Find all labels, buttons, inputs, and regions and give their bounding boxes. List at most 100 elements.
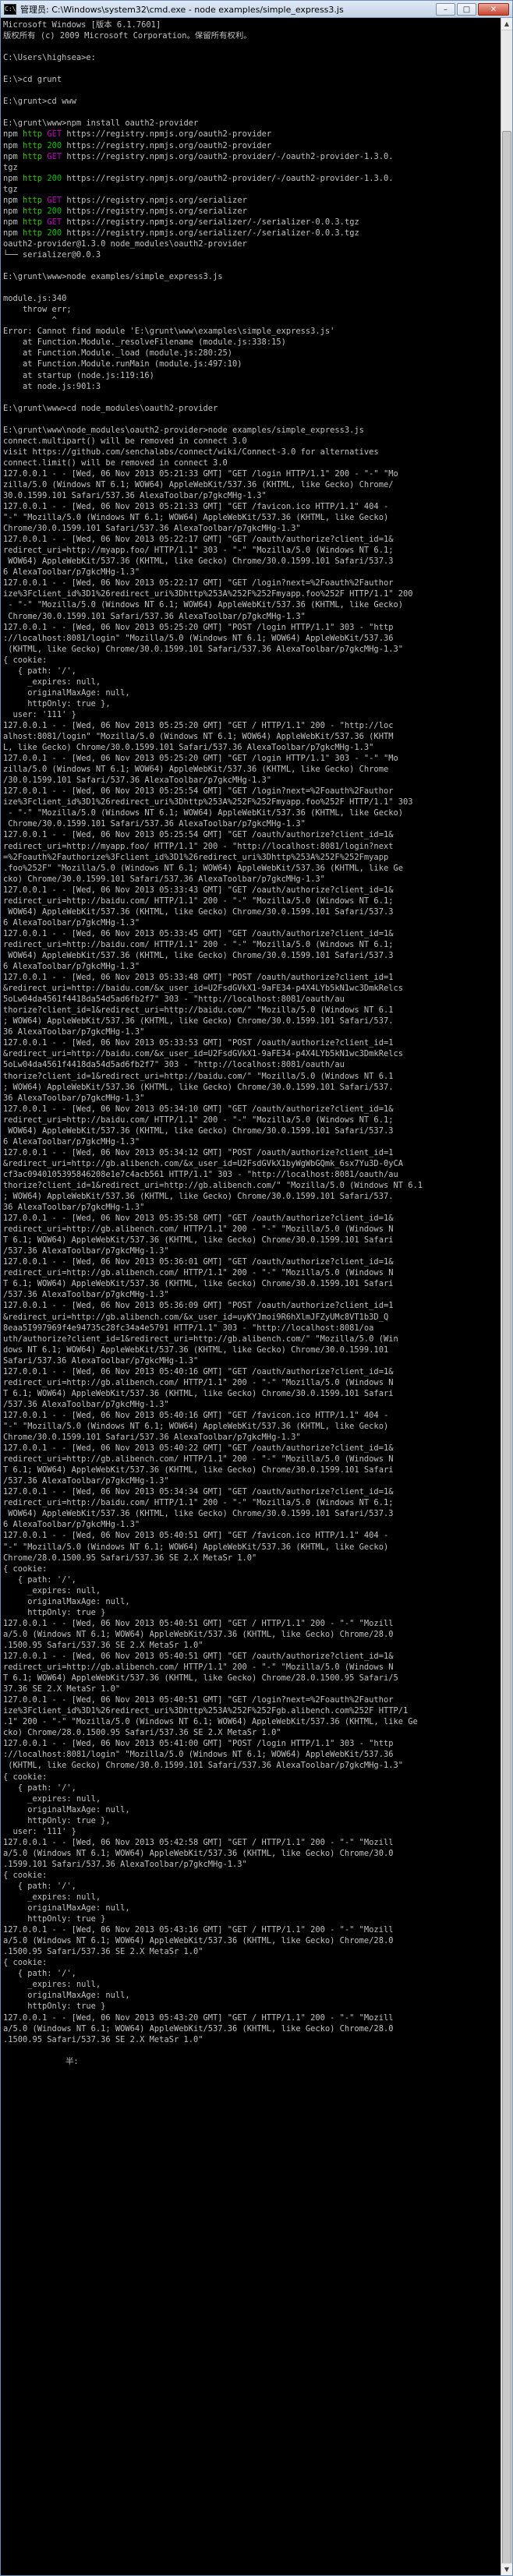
console-line: at Function.Module._load (module.js:280:… [3, 348, 233, 359]
console-line: - "-" "Mozilla/5.0 (Windows NT 6.1; WOW6… [3, 600, 403, 610]
console-line: redirect_uri=http://myapp.foo/ HTTP/1.1"… [3, 841, 394, 851]
console-line: npm http 200 https://registry.npmjs.org/… [3, 173, 394, 183]
console-line: zilla/5.0 (Windows NT 6.1; WOW64) AppleW… [3, 479, 394, 489]
console-line: T 6.1; WOW64) AppleWebKit/537.36 (KHTML,… [3, 1279, 394, 1289]
console-line: httpOnly: true }, [3, 1815, 111, 1825]
minimize-button[interactable]: – [436, 2, 455, 16]
console-line: npm http 200 https://registry.npmjs.org/… [3, 140, 272, 150]
console-line: 版权所有 (c) 2009 Microsoft Corporation。保留所有… [3, 31, 252, 41]
console-line: thorize?client_id=1&redirect_uri=http://… [3, 1071, 394, 1081]
console-line: E:\grunt\www\node_modules\oauth2-provide… [3, 425, 364, 435]
console-line: ://localhost:8081/login" "Mozilla/5.0 (W… [3, 1750, 394, 1760]
console-line: 37.36 SE 2.X MetaSr 1.0" [3, 1684, 121, 1694]
console-line: 36 AlexaToolbar/p7gkcMHg-1.3" [3, 1027, 145, 1037]
console-line: 127.0.0.1 - - [Wed, 06 Nov 2013 05:33:43… [3, 885, 394, 895]
cmd-app-icon[interactable]: C:\ [4, 3, 16, 15]
console-line: module.js:340 [3, 294, 67, 304]
console-line: 6 AlexaToolbar/p7gkcMHg-1.3" [3, 1136, 140, 1147]
console-line: uth/authorize?client_id=1&redirect_uri=h… [3, 1334, 398, 1344]
console-line: └── serializer@0.0.3 [3, 249, 101, 260]
console-line: httpOnly: true } [3, 1607, 106, 1617]
console-line: WOW64) AppleWebKit/537.36 (KHTML, like G… [3, 1125, 394, 1136]
console-line: _expires: null, [3, 1892, 101, 1903]
console-line: Error: Cannot find module 'E:\grunt\www\… [3, 327, 335, 337]
console-line: 127.0.0.1 - - [Wed, 06 Nov 2013 05:41:00… [3, 1739, 394, 1749]
console-line: /30.0.1599.101 Safari/537.36 AlexaToolba… [3, 776, 272, 786]
console-line: 36 AlexaToolbar/p7gkcMHg-1.3" [3, 1093, 145, 1103]
console-line: (KHTML, like Gecko) Chrome/30.0.1599.101… [3, 644, 403, 654]
console-line: connect.limit() will be removed in conne… [3, 458, 228, 468]
scroll-down-button[interactable]: ▼ [501, 2563, 512, 2575]
console-line: - "-" "Mozilla/5.0 (Windows NT 6.1; WOW6… [3, 808, 403, 818]
console-line: 127.0.0.1 - - [Wed, 06 Nov 2013 05:40:51… [3, 1651, 394, 1661]
console-line: npm http GET https://registry.npmjs.org/… [3, 217, 359, 227]
console-line: httpOnly: true } [3, 2002, 106, 2012]
console-line: =%2Foauth%2Fauthorize%3Fclient_id%3D1%26… [3, 852, 389, 862]
console-line: WOW64) AppleWebKit/537.36 (KHTML, like G… [3, 1509, 394, 1519]
console-line: 127.0.0.1 - - [Wed, 06 Nov 2013 05:21:33… [3, 468, 398, 479]
console-line: 127.0.0.1 - - [Wed, 06 Nov 2013 05:40:16… [3, 1410, 389, 1420]
console-line: E:\grunt\www>cd node_modules\oauth2-prov… [3, 403, 218, 413]
console-line: "-" "Mozilla/5.0 (Windows NT 6.1; WOW64)… [3, 513, 389, 523]
console-line: a/5.0 (Windows NT 6.1; WOW64) AppleWebKi… [3, 1848, 394, 1858]
console-line: 127.0.0.1 - - [Wed, 06 Nov 2013 05:25:54… [3, 830, 394, 840]
console-line: redirect_uri=http://gb.alibench.com/ HTT… [3, 1454, 394, 1465]
console-line: npm http GET https://registry.npmjs.org/… [3, 195, 247, 205]
console-line: (KHTML, like Gecko) Chrome/30.0.1599.101… [3, 1761, 403, 1771]
console-line: /537.36 AlexaToolbar/p7gkcMHg-1.3" [3, 1246, 169, 1256]
console-line: redirect_uri=http://gb.alibench.com/ HTT… [3, 1268, 394, 1278]
console-line: T 6.1; WOW64) AppleWebKit/537.36 (KHTML,… [3, 1388, 394, 1398]
scroll-thumb[interactable] [502, 131, 511, 2564]
console-line: 6 AlexaToolbar/p7gkcMHg-1.3" [3, 962, 140, 972]
console-line: /537.36 AlexaToolbar/p7gkcMHg-1.3" [3, 1399, 169, 1409]
close-button[interactable]: ✕ [478, 2, 509, 16]
console-line: 5oLw04da4561f4418da54d5ad6fb2f7" 303 - "… [3, 995, 345, 1005]
maximize-icon: □ [462, 5, 471, 14]
console-output[interactable]: Microsoft Windows [版本 6.1.7601] 版权所有 (c) … [1, 18, 501, 2575]
console-line: connect.multipart() will be removed in c… [3, 436, 247, 446]
console-line: "-" "Mozilla/5.0 (Windows NT 6.1; WOW64)… [3, 1542, 389, 1552]
chevron-down-icon: ▼ [504, 2566, 510, 2573]
maximize-button[interactable]: □ [457, 2, 476, 16]
console-line: 127.0.0.1 - - [Wed, 06 Nov 2013 05:22:17… [3, 578, 394, 588]
console-line: &redirect_uri=http://baidu.com/&x_user_i… [3, 984, 403, 994]
console-line: E:\grunt\www>node examples/simple_expres… [3, 272, 223, 282]
console-line: { path: '/', [3, 1574, 76, 1585]
console-line: at startup (node.js:119:16) [3, 370, 154, 380]
console-line: redirect_uri=http://baidu.com/ HTTP/1.1"… [3, 896, 394, 906]
console-line: { cookie: [3, 1772, 48, 1782]
console-line: user: '111' } [3, 709, 76, 719]
console-line: &redirect_uri=http://gb.alibench.com/&x_… [3, 1158, 403, 1168]
scroll-up-button[interactable]: ▲ [501, 18, 512, 30]
console-line: redirect_uri=http://baidu.com/ HTTP/1.1"… [3, 939, 394, 949]
ime-status-indicator: 半: [65, 2056, 79, 2066]
console-line: ; WOW64) AppleWebKit/537.36 (KHTML, like… [3, 1082, 394, 1092]
console-line: { path: '/', [3, 1783, 76, 1793]
console-line: ize%3Fclient_id%3D1%26redirect_uri%3Dhtt… [3, 797, 413, 807]
console-line: 127.0.0.1 - - [Wed, 06 Nov 2013 05:25:20… [3, 754, 398, 764]
title-bar[interactable]: C:\ 管理员: C:\Windows\system32\cmd.exe - n… [1, 1, 512, 18]
console-line: npm http 200 https://registry.npmjs.org/… [3, 206, 247, 216]
console-line: Microsoft Windows [版本 6.1.7601] [3, 20, 161, 30]
console-line: thorize?client_id=1&redirect_uri=http://… [3, 1005, 394, 1016]
console-line: 127.0.0.1 - - [Wed, 06 Nov 2013 05:35:58… [3, 1214, 394, 1224]
console-line: E:\grunt\www>npm install oauth2-provider [3, 118, 199, 129]
console-line: 8eaa5I997969f4e94735c28fc34a4e5791 HTTP/… [3, 1323, 374, 1333]
console-line: .1" 200 - "-" "Mozilla/5.0 (Windows NT 6… [3, 1717, 418, 1727]
window-title: 管理员: C:\Windows\system32\cmd.exe - node … [20, 4, 344, 15]
console-line: _expires: null, [3, 1585, 101, 1595]
console-line: 127.0.0.1 - - [Wed, 06 Nov 2013 05:43:16… [3, 1925, 394, 1935]
console-line: redirect_uri=http://baidu.com/ HTTP/1.1"… [3, 1115, 394, 1125]
console-line: 127.0.0.1 - - [Wed, 06 Nov 2013 05:34:12… [3, 1147, 394, 1157]
vertical-scrollbar[interactable]: ▲ ▼ [501, 18, 512, 2575]
window-controls: – □ ✕ [436, 2, 509, 16]
console-line: ://localhost:8081/login" "Mozilla/5.0 (W… [3, 633, 394, 643]
cmd-window: C:\ 管理员: C:\Windows\system32\cmd.exe - n… [0, 0, 513, 2576]
console-line: 127.0.0.1 - - [Wed, 06 Nov 2013 05:34:10… [3, 1104, 394, 1114]
console-line: 127.0.0.1 - - [Wed, 06 Nov 2013 05:21:33… [3, 502, 389, 512]
console-line: 127.0.0.1 - - [Wed, 06 Nov 2013 05:36:01… [3, 1257, 394, 1267]
console-line: 127.0.0.1 - - [Wed, 06 Nov 2013 05:36:09… [3, 1301, 394, 1311]
console-line: a/5.0 (Windows NT 6.1; WOW64) AppleWebKi… [3, 1936, 394, 1946]
